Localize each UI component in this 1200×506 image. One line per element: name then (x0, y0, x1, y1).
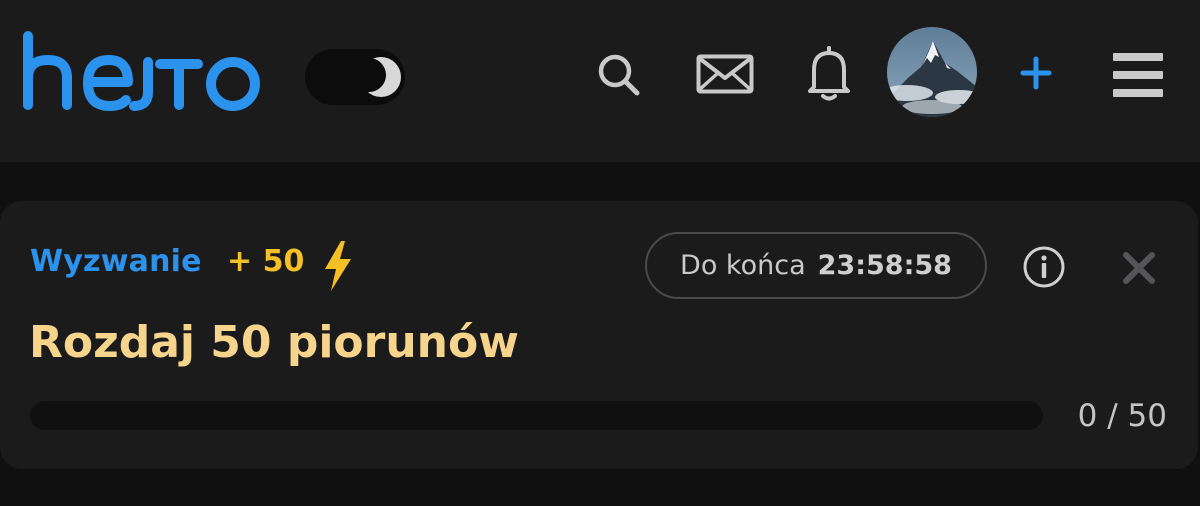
challenge-label: Wyzwanie (30, 244, 202, 279)
bell-icon[interactable] (806, 43, 852, 103)
theme-toggle[interactable] (305, 49, 405, 105)
lightning-icon (325, 241, 351, 291)
top-header (0, 0, 1200, 162)
timer-label: Do końca (680, 250, 806, 281)
progress-count: 0 / 50 (1077, 398, 1167, 434)
challenge-timer: Do końca 23:58:58 (645, 232, 987, 299)
challenge-card: Wyzwanie + 50 Do końca 23:58:58 Rozdaj 5… (0, 201, 1198, 469)
timer-value: 23:58:58 (817, 250, 952, 281)
hejto-logo[interactable] (20, 28, 270, 116)
search-icon[interactable] (596, 52, 642, 98)
hamburger-menu-icon[interactable] (1112, 51, 1164, 99)
info-icon[interactable] (1022, 245, 1066, 289)
avatar[interactable] (887, 27, 977, 117)
add-plus-icon[interactable] (1018, 50, 1054, 96)
challenge-progress-bar (30, 401, 1043, 430)
challenge-title: Rozdaj 50 piorunów (29, 317, 519, 368)
mail-icon[interactable] (696, 54, 754, 94)
moon-icon (361, 57, 401, 97)
challenge-points: + 50 (227, 244, 305, 279)
close-icon[interactable] (1122, 251, 1156, 285)
